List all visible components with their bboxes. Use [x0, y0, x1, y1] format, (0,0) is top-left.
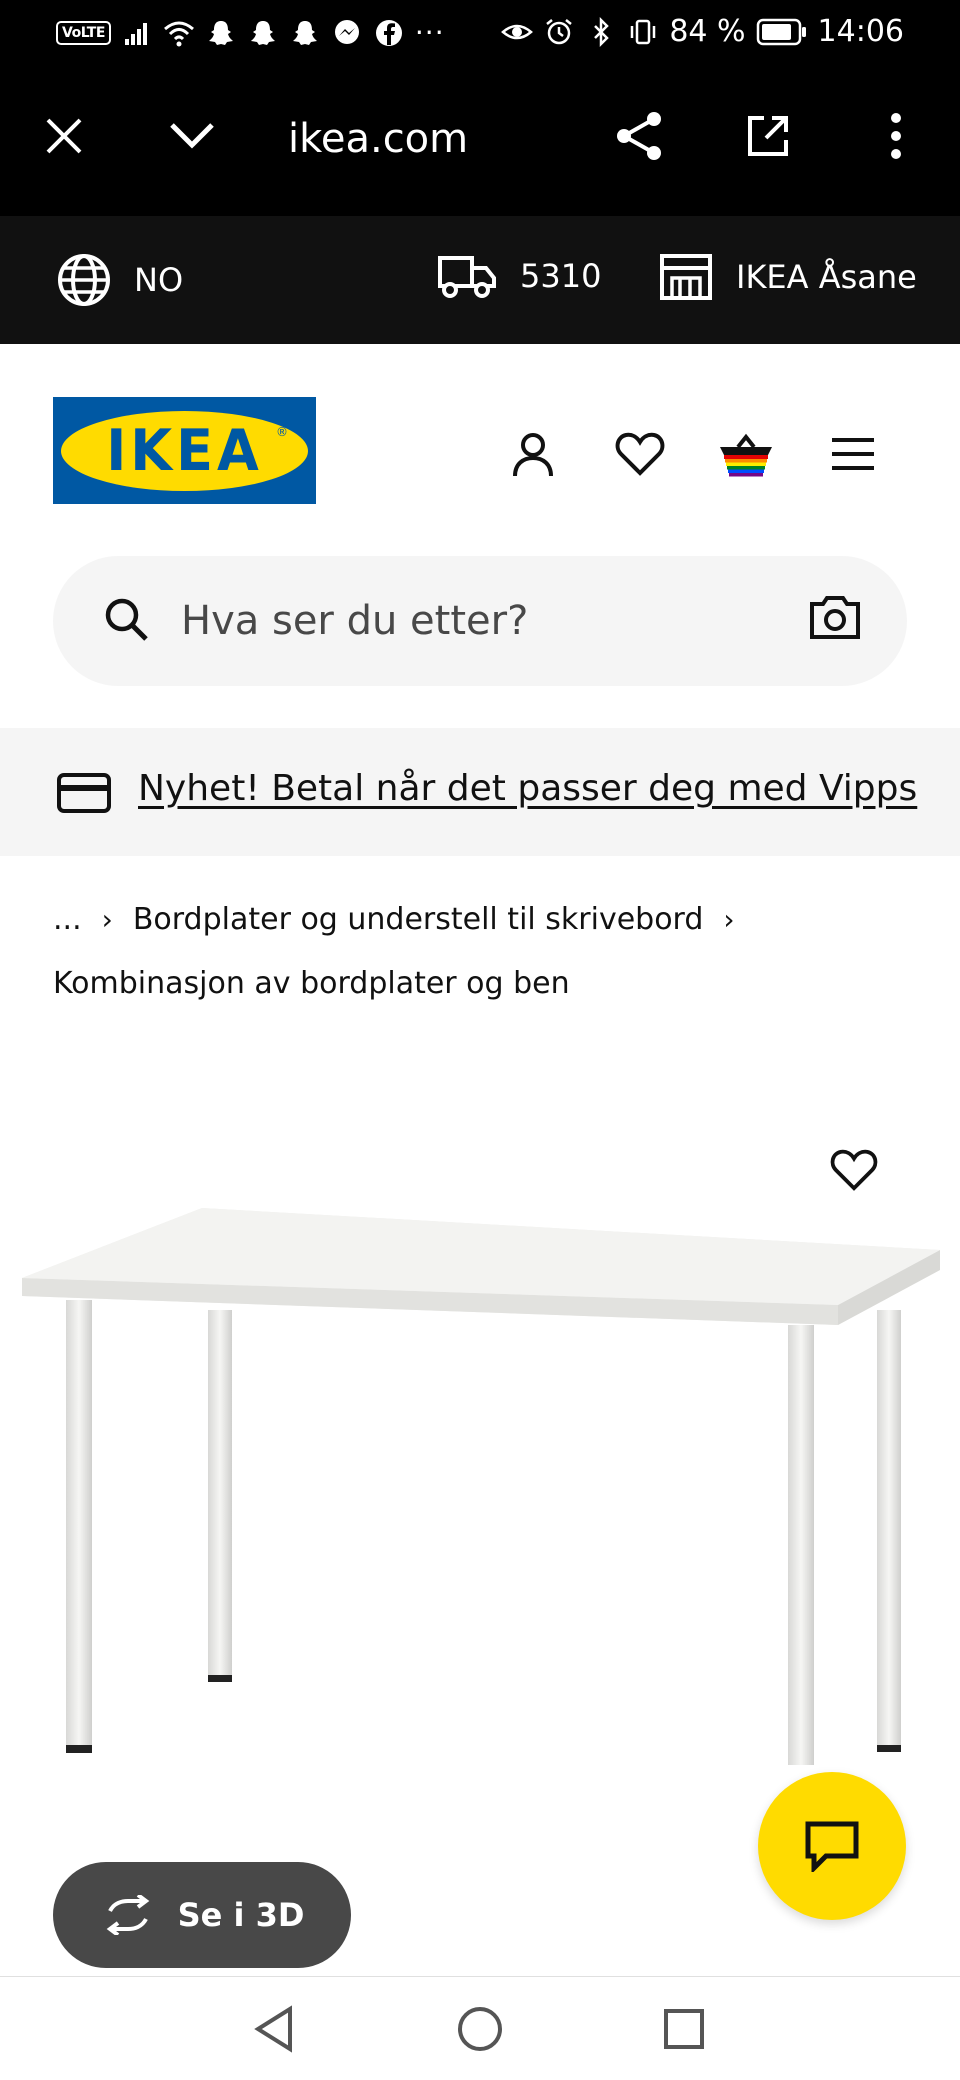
add-to-favourites-button[interactable] [826, 1142, 882, 1198]
breadcrumb-ellipsis[interactable]: ... [53, 888, 82, 952]
chevron-right-icon: › [101, 903, 113, 936]
status-left-icons: VoLTE ··· [56, 16, 445, 49]
favourites-icon [615, 432, 665, 476]
collapse-button[interactable] [164, 108, 220, 164]
vibrate-icon [631, 19, 656, 44]
open-in-browser-button[interactable] [740, 108, 796, 164]
status-right-icons: 84 % 14:06 [501, 14, 904, 49]
store-icon [660, 254, 712, 300]
chevron-right-icon: › [723, 903, 735, 936]
locale-bar: NO 5310 IKEA Åsane [0, 216, 960, 344]
logo-text: IKEA [106, 417, 263, 484]
close-tab-button[interactable] [36, 108, 92, 164]
messenger-icon [334, 19, 359, 44]
camera-search-icon[interactable] [809, 594, 861, 640]
store-selector[interactable]: IKEA Åsane [658, 252, 917, 302]
more-vert-icon [891, 113, 901, 159]
ikea-logo[interactable]: IKEA ® [53, 397, 316, 504]
snapchat-icon-3 [292, 20, 317, 45]
registered-mark: ® [276, 424, 288, 439]
snapchat-icon [208, 20, 233, 45]
bluetooth-icon [594, 16, 610, 47]
postcode-value: 5310 [520, 257, 602, 295]
share-button[interactable] [612, 108, 668, 164]
status-bar: VoLTE ··· 84 % 14:06 [0, 0, 960, 68]
alarm-icon [546, 18, 573, 44]
browser-toolbar: ikea.com [0, 68, 960, 216]
home-button[interactable] [452, 2001, 508, 2057]
breadcrumb: ... › Bordplater og understell til skriv… [53, 888, 923, 1016]
globe-icon [58, 254, 110, 306]
search-input[interactable] [181, 586, 761, 656]
favourites-button[interactable] [612, 426, 668, 482]
delivery-truck-icon [438, 256, 496, 298]
back-triangle-icon [254, 2005, 292, 2053]
battery-percent: 84 % [669, 14, 746, 49]
logo-oval: IKEA ® [61, 410, 308, 491]
url-text[interactable]: ikea.com [288, 116, 468, 162]
close-icon [46, 118, 82, 154]
facebook-icon [375, 19, 402, 46]
clock: 14:06 [817, 14, 904, 49]
search-icon [105, 598, 148, 641]
account-icon [513, 433, 553, 477]
product-image[interactable] [0, 1120, 960, 1820]
country-selector[interactable]: NO [56, 252, 183, 308]
cart-icon [720, 433, 772, 477]
heart-icon [830, 1149, 878, 1191]
share-icon [617, 112, 661, 160]
vipps-promo-link[interactable]: Nyhet! Betal når det passer deg med Vipp… [138, 768, 917, 809]
home-circle-icon [458, 2007, 502, 2051]
system-nav-bar [0, 1976, 960, 2080]
chat-button[interactable] [758, 1772, 906, 1920]
chevron-down-icon [170, 123, 214, 149]
postcode-selector[interactable]: 5310 [436, 252, 601, 300]
view-in-3d-label: Se i 3D [177, 1896, 305, 1934]
wifi-icon [163, 21, 194, 46]
account-button[interactable] [505, 426, 561, 482]
back-button[interactable] [246, 2001, 302, 2057]
eye-icon [501, 24, 534, 39]
recents-square-icon [664, 2009, 704, 2049]
view-in-3d-button[interactable]: Se i 3D [53, 1862, 351, 1968]
search-bar[interactable] [53, 556, 907, 686]
menu-icon [832, 438, 874, 470]
more-options-button[interactable] [868, 108, 924, 164]
open-external-icon [748, 116, 788, 156]
cart-button[interactable] [718, 426, 774, 482]
rotate-3d-icon [106, 1895, 149, 1935]
battery-icon [756, 18, 806, 45]
site-header: IKEA ® [0, 344, 960, 544]
more-notifications-indicator: ··· [414, 16, 445, 49]
country-code: NO [134, 261, 184, 299]
credit-card-icon [57, 773, 111, 813]
snapchat-icon-2 [250, 20, 275, 45]
menu-button[interactable] [825, 426, 881, 482]
promo-banner: Nyhet! Betal når det passer deg med Vipp… [0, 728, 960, 856]
breadcrumb-current: Kombinasjon av bordplater og ben [53, 966, 570, 1001]
recents-button[interactable] [656, 2001, 712, 2057]
chat-bubble-icon [805, 1821, 859, 1872]
signal-icon [124, 22, 147, 45]
breadcrumb-category[interactable]: Bordplater og understell til skrivebord [133, 888, 704, 952]
breadcrumb-row: ... › Bordplater og understell til skriv… [53, 888, 923, 952]
store-name: IKEA Åsane [736, 258, 917, 296]
volte-badge: VoLTE [56, 20, 111, 45]
